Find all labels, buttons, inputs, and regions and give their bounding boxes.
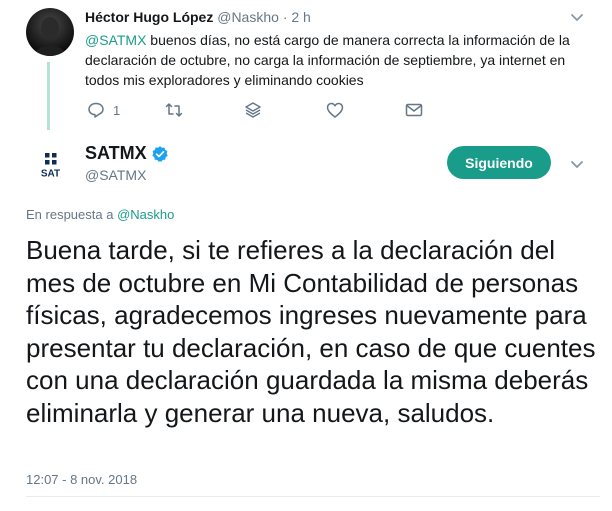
reply-text: @SATMX buenos días, no está cargo de man… [85,30,590,90]
retweet-button[interactable] [165,100,183,120]
reply-time[interactable]: 2 h [291,9,310,25]
reply-body: buenos días, no está cargo de manera cor… [85,32,570,88]
retweet-icon [165,103,183,117]
avatar[interactable] [26,8,74,56]
following-button[interactable]: Siguiendo [447,146,551,179]
like-icon [326,102,344,118]
direct-message-button[interactable] [405,100,423,120]
sat-logo-avatar[interactable]: SAT [26,143,74,191]
like-button[interactable] [326,100,344,120]
main-author-handle[interactable]: @SATMX [85,167,146,183]
stack-button[interactable] [244,100,262,120]
replying-to-handle-link[interactable]: @Naskho [117,207,174,222]
reply-author-handle[interactable]: @Naskho [217,9,279,25]
stack-icon [245,102,261,118]
sat-logo-text: SAT [41,169,60,180]
reply-more-chevron-down-icon[interactable] [570,11,584,26]
main-author-name-row: SATMX [85,143,169,164]
mention-link[interactable]: @SATMX [85,32,146,48]
main-tweet-text: Buena tarde, si te refieres a la declara… [26,235,596,428]
main-more-chevron-down-icon[interactable] [570,158,584,173]
reply-header: Héctor Hugo López @Naskho · 2 h [85,9,311,25]
tweet-timestamp[interactable]: 12:07 - 8 nov. 2018 [26,472,137,487]
message-icon [405,103,423,117]
divider [26,496,600,497]
reply-count: 1 [113,102,121,118]
reply-icon [88,102,104,118]
reply-action-bar: 1 [0,100,612,120]
avatar-photo-icon [26,8,74,56]
sat-logo-icon: SAT [41,153,60,180]
reply-button[interactable]: 1 [87,100,120,120]
header-separator: · [282,9,288,25]
replying-to-prefix: En respuesta a [26,207,118,222]
main-author-name[interactable]: SATMX [85,143,147,164]
replying-to: En respuesta a @Naskho [26,207,174,222]
reply-author-name[interactable]: Héctor Hugo López [85,9,213,25]
verified-badge-icon [152,145,168,162]
